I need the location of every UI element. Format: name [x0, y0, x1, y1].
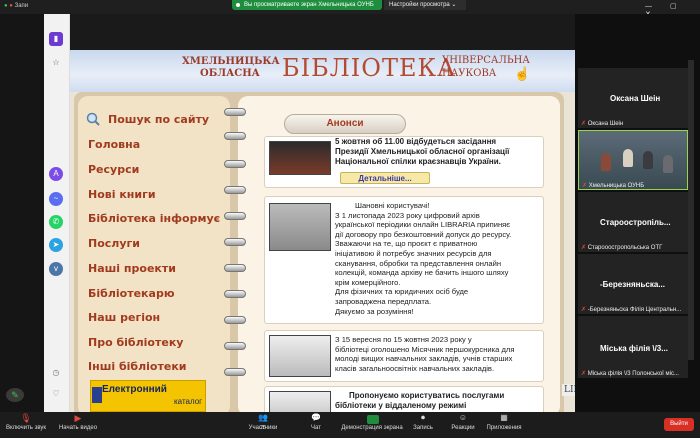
- news-card: Шановні користувачі! З 1 листопада 2023 …: [264, 196, 544, 324]
- leave-button[interactable]: Выйти: [664, 418, 694, 431]
- menu-item-about[interactable]: Про бібліотеку: [88, 336, 183, 349]
- menu-item-other-libraries[interactable]: Інші бібліотеки: [88, 360, 187, 373]
- menu-item-library-informs[interactable]: Бібліотека інформує: [88, 212, 220, 225]
- news-thumbnail[interactable]: [269, 391, 331, 412]
- news-text: З 15 вересня по 15 жовтня 2023 року у бі…: [335, 335, 515, 373]
- e-catalog-sub: каталог: [174, 397, 203, 406]
- menu-item-projects[interactable]: Наші проекти: [88, 262, 176, 275]
- read-more-button[interactable]: Детальніше...: [340, 172, 430, 184]
- libraria-partial: LIBRARIA: [562, 384, 575, 396]
- binder-ring: [224, 132, 246, 140]
- binder-ring: [224, 368, 246, 376]
- participant-tile[interactable]: Оксана Шеін ✗ Оксана Шеін: [578, 68, 688, 128]
- e-catalog-label: Електронний: [102, 384, 167, 395]
- messenger-icon[interactable]: ~: [49, 192, 63, 206]
- binder-ring: [224, 108, 246, 116]
- person-figure: [623, 149, 633, 167]
- share-screen-button[interactable]: Демонстрация экрана: [340, 413, 404, 431]
- record-button[interactable]: ⏺ Запись: [410, 413, 436, 431]
- person-figure: [601, 153, 611, 171]
- binder-ring: [224, 264, 246, 272]
- banner-type: УНІВЕРСАЛЬНА: [442, 55, 530, 66]
- menu-item-resources[interactable]: Ресурси: [88, 163, 139, 176]
- hand-cursor-icon: ☝: [514, 66, 531, 81]
- share-dot-icon: [236, 3, 240, 7]
- telegram-icon[interactable]: ➤: [49, 238, 63, 252]
- person-figure: [663, 155, 673, 173]
- participants-icon: 👥25: [258, 413, 268, 431]
- binder-ring: [224, 186, 246, 194]
- banner-region-type: ОБЛАСНА: [200, 68, 260, 79]
- video-off-icon: ▶: [74, 413, 82, 423]
- mic-off-icon: ✗: [581, 245, 587, 251]
- news-card: З 15 вересня по 15 жовтня 2023 року у бі…: [264, 330, 544, 382]
- binder-ring: [224, 290, 246, 298]
- vk-icon[interactable]: v: [49, 262, 63, 276]
- panel-scrollbar[interactable]: [688, 60, 694, 360]
- news-card: Пропонуємо користуватись послугами біблі…: [264, 386, 544, 412]
- news-text: Пропонуємо користуватись послугами біблі…: [335, 391, 505, 410]
- news-text: 5 жовтня об 11.00 відбудеться засідання …: [335, 137, 510, 166]
- aria-icon[interactable]: A: [49, 167, 63, 181]
- pencil-icon[interactable]: ✎: [6, 388, 24, 402]
- mic-off-icon: ✗: [581, 371, 587, 377]
- mic-off-icon: ✗: [581, 121, 587, 127]
- participant-video[interactable]: ✗ Хмельницька ОУНБ: [578, 130, 688, 190]
- record-icon: ⏺: [421, 413, 425, 422]
- banner-title: БІБЛІОТЕКА: [282, 54, 457, 82]
- start-video-button[interactable]: ▶ Начать видео: [56, 413, 100, 431]
- menu-item-new-books[interactable]: Нові книги: [88, 188, 156, 201]
- search-icon: [86, 112, 100, 126]
- apps-button[interactable]: ▦ Приложения: [484, 413, 524, 431]
- whatsapp-icon[interactable]: ✆: [49, 215, 63, 229]
- reactions-button[interactable]: ☺ Реакции: [446, 413, 480, 431]
- left-dark-area: [0, 14, 44, 412]
- participant-tile[interactable]: -Березняньска... ✗ -Березняньска Філія Ц…: [578, 254, 688, 314]
- participants-button[interactable]: 👥25 Участники: [244, 413, 282, 431]
- chat-icon: 💬: [311, 413, 321, 422]
- binder-ring: [224, 238, 246, 246]
- menu-item-services[interactable]: Послуги: [88, 237, 140, 250]
- menu-item-region[interactable]: Наш регіон: [88, 311, 160, 324]
- menu-item-librarian[interactable]: Бібліотекарю: [88, 287, 175, 300]
- news-thumbnail[interactable]: [269, 335, 331, 377]
- bookmark-icon[interactable]: ▮: [49, 32, 63, 46]
- unmute-button[interactable]: 🎙 Включить звук: [4, 413, 48, 431]
- menu-item-search[interactable]: Пошук по сайту: [108, 113, 209, 126]
- binder-ring: [224, 212, 246, 220]
- mic-off-icon: ✗: [581, 307, 587, 313]
- browser-sidebar: ▮ ☆ A ~ ✆ ➤ v ◷ ♡: [44, 14, 70, 412]
- library-website: ХМЕЛЬНИЦЬКА ОБЛАСНА БІБЛІОТЕКА УНІВЕРСАЛ…: [70, 50, 575, 412]
- chat-button[interactable]: 💬 Чат: [304, 413, 328, 431]
- apps-icon: ▦: [500, 413, 508, 422]
- mic-off-icon: 🎙: [20, 413, 32, 423]
- participant-tile[interactable]: Староостропіль... ✗ Старооостропольська …: [578, 192, 688, 252]
- participant-tile[interactable]: Міська філія \/3... ✗ Міська філія \/3 П…: [578, 316, 688, 378]
- smiley-icon: ☺: [458, 413, 468, 422]
- catalog-icon: [92, 387, 102, 403]
- news-text: Шановні користувачі! З 1 листопада 2023 …: [335, 201, 512, 316]
- banner-type-2: НАУКОВА: [442, 68, 497, 79]
- person-figure: [643, 151, 653, 169]
- announcements-header: Анонси: [284, 114, 406, 134]
- view-options-button[interactable]: Настройки просмотра ⌄: [384, 0, 466, 10]
- star-icon[interactable]: ☆: [49, 56, 63, 70]
- binder-ring: [224, 160, 246, 168]
- mic-off-icon: ✗: [582, 183, 588, 189]
- screen-share-banner: Вы просматриваете экран Хмельницька ОУНБ: [232, 0, 382, 10]
- recording-indicator[interactable]: ● ● Запи: [4, 3, 28, 9]
- history-icon[interactable]: ◷: [49, 366, 63, 380]
- news-thumbnail[interactable]: [269, 141, 331, 175]
- news-thumbnail[interactable]: [269, 203, 331, 251]
- menu-item-home[interactable]: Головна: [88, 138, 140, 151]
- heart-icon[interactable]: ♡: [49, 387, 63, 401]
- binder-ring: [224, 316, 246, 324]
- binder-ring: [224, 342, 246, 350]
- banner-region: ХМЕЛЬНИЦЬКА: [182, 56, 280, 67]
